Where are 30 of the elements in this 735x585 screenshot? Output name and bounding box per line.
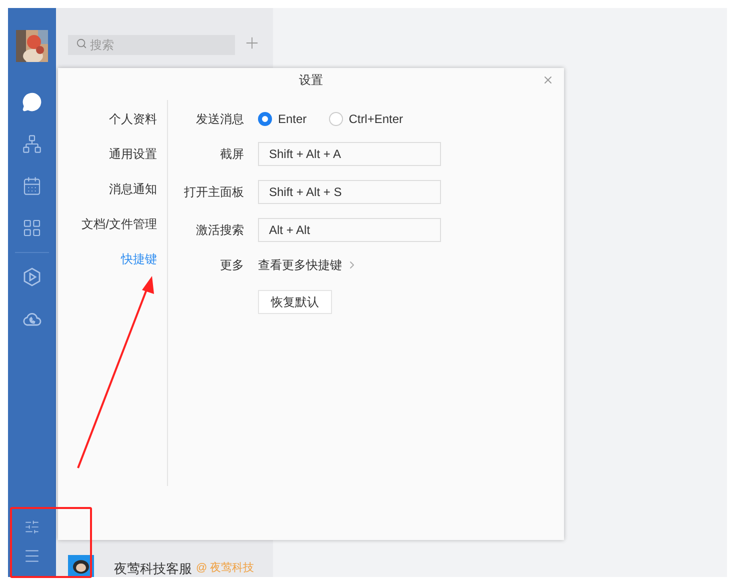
more-shortcuts-link[interactable]: 查看更多快捷键: [258, 256, 358, 274]
search-icon: [76, 38, 87, 49]
settings-nav-item[interactable]: 文档/文件管理: [82, 215, 157, 233]
apps-grid-icon[interactable]: [22, 218, 42, 238]
settings-nav-item[interactable]: 个人资料: [109, 110, 157, 128]
field-label: 激活搜索: [195, 222, 245, 239]
radio-button[interactable]: [328, 112, 343, 126]
close-icon[interactable]: [542, 74, 554, 86]
settings-icon[interactable]: [24, 519, 40, 535]
search-field[interactable]: 搜索: [68, 35, 235, 55]
shortcut-field[interactable]: Alt + Alt: [258, 218, 441, 242]
field-label: 打开主面板: [183, 184, 245, 201]
radio-label: Enter: [278, 111, 307, 128]
play-hexagon-icon[interactable]: [22, 267, 42, 287]
org-chart-icon[interactable]: [22, 134, 42, 154]
shortcut-field[interactable]: Shift + Alt + A: [258, 142, 441, 166]
radio-button[interactable]: [258, 112, 272, 126]
chat-icon[interactable]: [22, 92, 42, 112]
contact-tag: @ 夜莺科技: [196, 560, 254, 577]
contact-name: 夜莺科技客服: [114, 560, 192, 577]
field-label: 发送消息: [195, 111, 245, 128]
field-label: 截屏: [219, 146, 245, 163]
settings-nav-item[interactable]: 消息通知: [109, 180, 157, 198]
radio-label: Ctrl+Enter: [348, 111, 404, 128]
shortcut-field[interactable]: Shift + Alt + S: [258, 180, 441, 204]
reset-button[interactable]: 恢复默认: [258, 290, 332, 314]
dialog-title: 设置: [299, 72, 323, 89]
calendar-icon[interactable]: [22, 176, 42, 196]
field-label: 更多: [219, 257, 245, 274]
settings-nav-item[interactable]: 通用设置: [109, 145, 157, 163]
